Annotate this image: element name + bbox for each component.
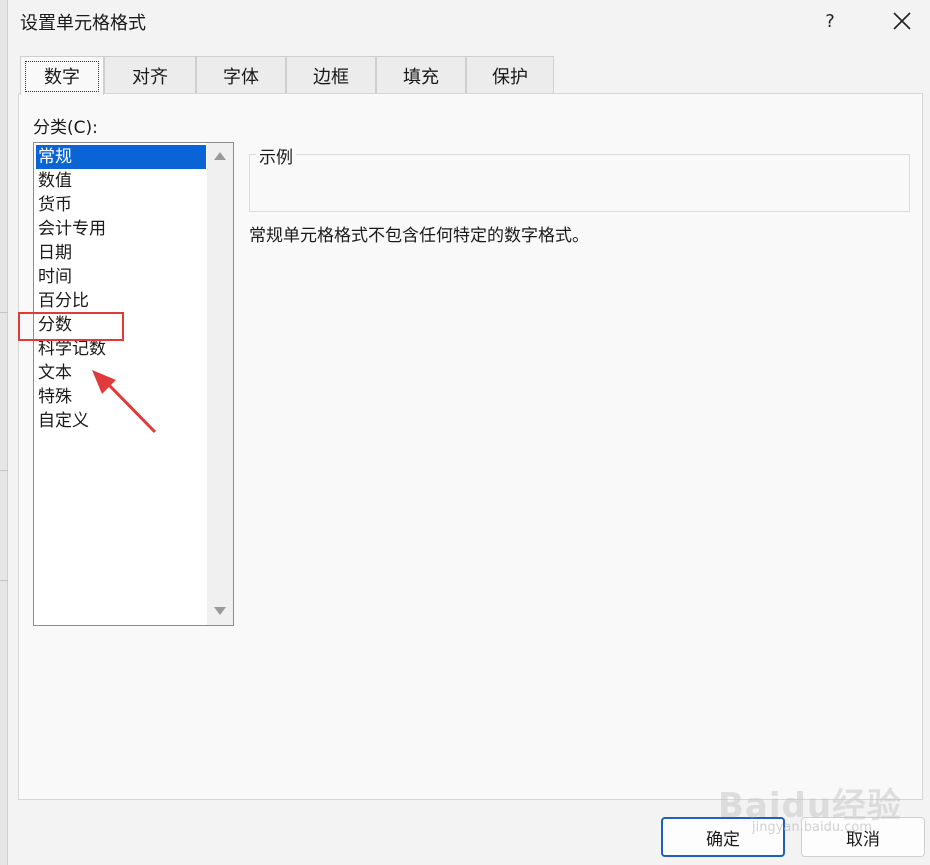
list-item-time[interactable]: 时间	[34, 265, 206, 289]
tab-border[interactable]: 边框	[286, 56, 376, 94]
annotation-highlight-box	[18, 312, 124, 341]
help-icon: ?	[825, 10, 835, 32]
focus-ring	[25, 61, 99, 92]
close-button[interactable]	[884, 4, 920, 38]
list-item-accounting[interactable]: 会计专用	[34, 217, 206, 241]
scroll-down-arrow-icon[interactable]	[214, 607, 226, 615]
format-cells-dialog: 设置单元格格式 ? 数字 对齐 字体 边框 填充 保护 分类(C): 常规 数值…	[8, 0, 930, 865]
sample-label: 示例	[256, 143, 296, 168]
list-item-date[interactable]: 日期	[34, 241, 206, 265]
help-button[interactable]: ?	[812, 6, 848, 36]
list-item-general[interactable]: 常规	[36, 145, 206, 169]
tab-alignment[interactable]: 对齐	[104, 56, 196, 94]
list-item-percentage[interactable]: 百分比	[34, 289, 206, 313]
category-list: 常规 数值 货币 会计专用 日期 时间 百分比 分数 科学记数 文本 特殊 自定…	[34, 145, 206, 433]
format-description: 常规单元格格式不包含任何特定的数字格式。	[249, 226, 589, 246]
number-tab-panel: 分类(C): 常规 数值 货币 会计专用 日期 时间 百分比 分数 科学记数 文…	[18, 93, 923, 800]
list-item-custom[interactable]: 自定义	[34, 409, 206, 433]
background-window-strip	[0, 0, 8, 865]
tab-label: 字体	[223, 66, 259, 88]
list-item-currency[interactable]: 货币	[34, 193, 206, 217]
category-label: 分类(C):	[33, 118, 98, 138]
strip-divider	[0, 312, 8, 313]
tab-label: 对齐	[132, 66, 168, 88]
strip-divider	[0, 580, 8, 581]
tab-label: 填充	[403, 66, 439, 88]
title-bar: 设置单元格格式 ?	[8, 0, 930, 42]
tab-font[interactable]: 字体	[196, 56, 286, 94]
tab-label: 边框	[313, 66, 349, 88]
dialog-title: 设置单元格格式	[20, 13, 146, 34]
category-listbox[interactable]: 常规 数值 货币 会计专用 日期 时间 百分比 分数 科学记数 文本 特殊 自定…	[33, 142, 234, 626]
tab-protection[interactable]: 保护	[466, 56, 554, 94]
close-icon	[893, 12, 911, 30]
sample-group: 示例	[249, 143, 910, 212]
scroll-up-arrow-icon[interactable]	[214, 152, 226, 160]
baidu-watermark-url: jingyan.baidu.com	[752, 820, 872, 835]
tab-fill[interactable]: 填充	[376, 56, 466, 94]
strip-divider	[0, 470, 8, 471]
list-item-text[interactable]: 文本	[34, 361, 206, 385]
vertical-scrollbar[interactable]	[207, 143, 233, 625]
list-item-special[interactable]: 特殊	[34, 385, 206, 409]
tab-number[interactable]: 数字	[20, 56, 104, 95]
list-item-number[interactable]: 数值	[34, 169, 206, 193]
tab-label: 保护	[492, 66, 528, 88]
